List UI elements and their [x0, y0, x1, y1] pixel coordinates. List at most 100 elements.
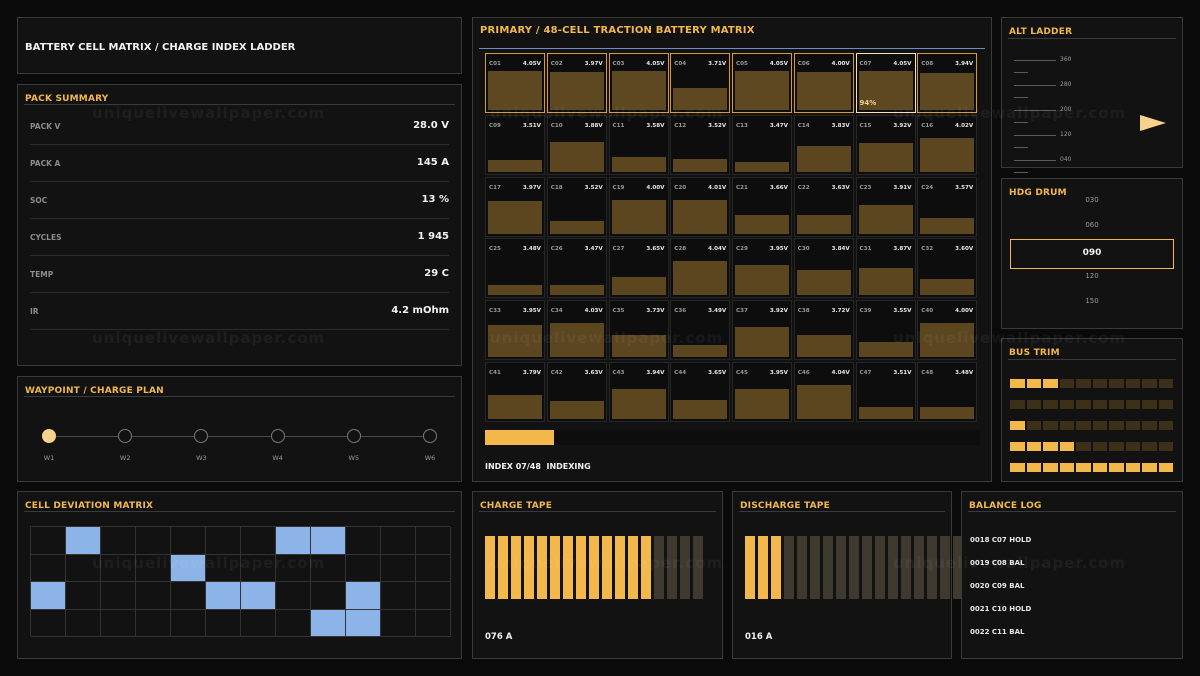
battery-cell[interactable]: C48 3.48V	[917, 361, 978, 422]
trim-cell[interactable]	[1026, 379, 1041, 388]
trim-cell[interactable]	[1059, 400, 1074, 409]
trim-cell[interactable]	[1125, 379, 1140, 388]
waypoint-node[interactable]	[42, 429, 56, 443]
trim-cell[interactable]	[1043, 400, 1058, 409]
trim-cell[interactable]	[1010, 442, 1025, 451]
battery-cell[interactable]: C04 3.71V	[670, 53, 731, 113]
trim-cell[interactable]	[1142, 463, 1157, 472]
battery-cell[interactable]: C11 3.58V	[608, 114, 669, 175]
trim-cell[interactable]	[1059, 463, 1074, 472]
trim-cell[interactable]	[1125, 400, 1140, 409]
trim-cell[interactable]	[1059, 442, 1074, 451]
trim-cell[interactable]	[1026, 463, 1041, 472]
trim-cell[interactable]	[1043, 463, 1058, 472]
trim-cell[interactable]	[1010, 379, 1025, 388]
battery-cell[interactable]: C03 4.05V	[608, 53, 669, 113]
trim-cell[interactable]	[1092, 463, 1107, 472]
trim-cell[interactable]	[1125, 463, 1140, 472]
battery-cell[interactable]: C17 3.97V	[485, 176, 545, 237]
battery-cell[interactable]: C37 3.92V	[732, 300, 792, 361]
trim-cell[interactable]	[1076, 421, 1091, 430]
battery-cell[interactable]: C14 3.83V	[793, 114, 854, 175]
battery-cell[interactable]: C08 3.94V	[917, 53, 978, 113]
battery-cell[interactable]: C25 3.48V	[485, 238, 545, 299]
battery-cell[interactable]: C01 4.05V	[485, 53, 545, 113]
battery-cell[interactable]: C21 3.66V	[732, 176, 792, 237]
trim-cell[interactable]	[1158, 442, 1173, 451]
trim-cell[interactable]	[1026, 421, 1041, 430]
trim-cell[interactable]	[1043, 421, 1058, 430]
battery-cell[interactable]: C39 3.55V	[855, 300, 916, 361]
battery-cell[interactable]: C26 3.47V	[546, 238, 607, 299]
battery-cell[interactable]: C16 4.02V	[917, 114, 978, 175]
battery-cell[interactable]: C29 3.95V	[732, 238, 792, 299]
trim-cell[interactable]	[1109, 421, 1124, 430]
battery-cell[interactable]: C07 4.05V 94%	[855, 53, 916, 113]
battery-cell[interactable]: C32 3.60V	[917, 238, 978, 299]
battery-cell[interactable]: C42 3.63V	[546, 361, 607, 422]
trim-cell[interactable]	[1076, 463, 1091, 472]
trim-cell[interactable]	[1076, 379, 1091, 388]
battery-cell[interactable]: C34 4.03V	[546, 300, 607, 361]
trim-cell[interactable]	[1092, 442, 1107, 451]
trim-cell[interactable]	[1109, 442, 1124, 451]
battery-cell[interactable]: C23 3.91V	[855, 176, 916, 237]
battery-cell[interactable]: C19 4.00V	[608, 176, 669, 237]
waypoint-node[interactable]	[194, 429, 209, 443]
trim-cell[interactable]	[1142, 379, 1157, 388]
trim-cell[interactable]	[1059, 379, 1074, 388]
battery-cell[interactable]: C35 3.73V	[608, 300, 669, 361]
trim-cell[interactable]	[1109, 463, 1124, 472]
battery-cell[interactable]: C24 3.57V	[917, 176, 978, 237]
battery-cell[interactable]: C43 3.94V	[608, 361, 669, 422]
battery-cell[interactable]: C41 3.79V	[485, 361, 545, 422]
trim-cell[interactable]	[1076, 400, 1091, 409]
trim-cell[interactable]	[1125, 421, 1140, 430]
battery-cell[interactable]: C09 3.51V	[485, 114, 545, 175]
battery-cell[interactable]: C05 4.05V	[732, 53, 792, 113]
trim-cell[interactable]	[1142, 400, 1157, 409]
trim-cell[interactable]	[1142, 421, 1157, 430]
battery-cell[interactable]: C31 3.87V	[855, 238, 916, 299]
battery-cell[interactable]: C22 3.63V	[793, 176, 854, 237]
trim-cell[interactable]	[1158, 379, 1173, 388]
trim-cell[interactable]	[1092, 379, 1107, 388]
trim-cell[interactable]	[1010, 463, 1025, 472]
battery-cell[interactable]: C36 3.49V	[670, 300, 731, 361]
trim-cell[interactable]	[1109, 379, 1124, 388]
trim-cell[interactable]	[1158, 421, 1173, 430]
trim-cell[interactable]	[1092, 421, 1107, 430]
waypoint-node[interactable]	[423, 429, 437, 443]
battery-cell[interactable]: C38 3.72V	[793, 300, 854, 361]
battery-cell[interactable]: C47 3.51V	[855, 361, 916, 422]
battery-cell[interactable]: C10 3.88V	[546, 114, 607, 175]
trim-cell[interactable]	[1043, 442, 1058, 451]
battery-cell[interactable]: C40 4.00V	[917, 300, 978, 361]
trim-cell[interactable]	[1010, 400, 1025, 409]
waypoint-node[interactable]	[270, 429, 285, 443]
battery-cell[interactable]: C12 3.52V	[670, 114, 731, 175]
waypoint-node[interactable]	[118, 429, 133, 443]
waypoint-node[interactable]	[346, 429, 361, 443]
battery-cell[interactable]: C27 3.65V	[608, 238, 669, 299]
battery-cell[interactable]: C20 4.01V	[670, 176, 731, 237]
battery-cell[interactable]: C28 4.04V	[670, 238, 731, 299]
battery-cell[interactable]: C13 3.47V	[732, 114, 792, 175]
battery-cell[interactable]: C33 3.95V	[485, 300, 545, 361]
battery-cell[interactable]: C06 4.00V	[793, 53, 854, 113]
trim-cell[interactable]	[1142, 442, 1157, 451]
trim-cell[interactable]	[1010, 421, 1025, 430]
battery-cell[interactable]: C45 3.95V	[732, 361, 792, 422]
trim-cell[interactable]	[1092, 400, 1107, 409]
battery-cell[interactable]: C18 3.52V	[546, 176, 607, 237]
trim-cell[interactable]	[1076, 442, 1091, 451]
trim-cell[interactable]	[1026, 442, 1041, 451]
trim-cell[interactable]	[1109, 400, 1124, 409]
battery-cell[interactable]: C30 3.84V	[793, 238, 854, 299]
trim-cell[interactable]	[1059, 421, 1074, 430]
trim-cell[interactable]	[1125, 442, 1140, 451]
trim-cell[interactable]	[1043, 379, 1058, 388]
battery-cell[interactable]: C46 4.04V	[793, 361, 854, 422]
battery-cell[interactable]: C02 3.97V	[546, 53, 607, 113]
battery-cell[interactable]: C15 3.92V	[855, 114, 916, 175]
